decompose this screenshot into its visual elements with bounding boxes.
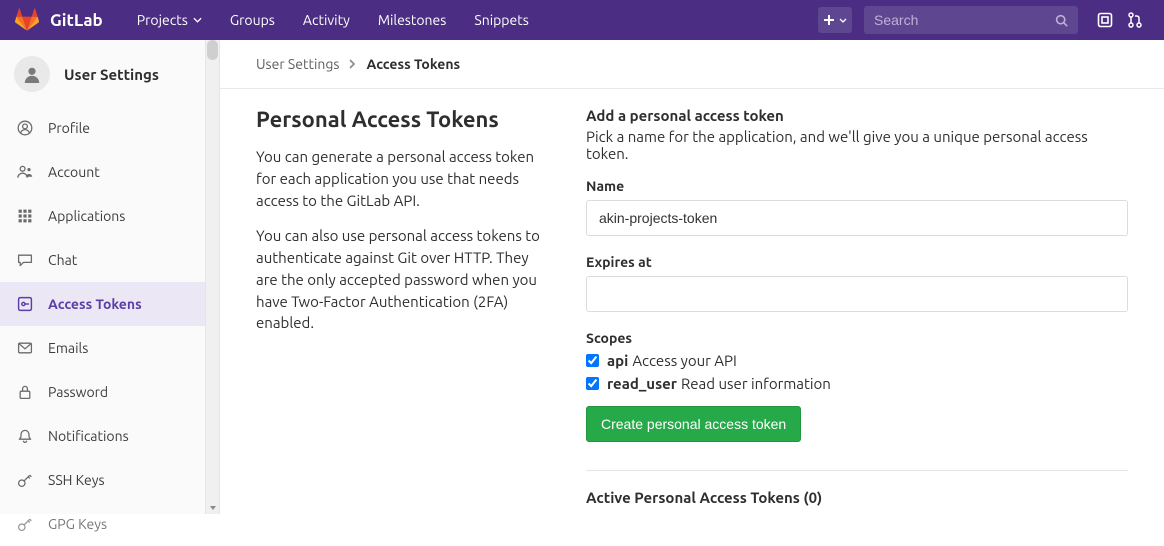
- name-label: Name: [586, 178, 1128, 194]
- sidebar-item-profile[interactable]: Profile: [0, 106, 205, 150]
- lock-icon: [16, 384, 34, 400]
- scrollbar-thumb[interactable]: [207, 40, 218, 60]
- breadcrumb: User Settings Access Tokens: [220, 40, 1164, 89]
- main-content: User Settings Access Tokens Personal Acc…: [220, 40, 1164, 514]
- nav-activity-label: Activity: [303, 12, 350, 28]
- scope-read-user-key: read_user: [607, 375, 677, 392]
- divider: [586, 470, 1128, 471]
- sidebar-item-gpg-keys[interactable]: GPG Keys: [0, 502, 205, 546]
- merge-request-icon: [1127, 12, 1143, 28]
- sidebar-item-label: Applications: [48, 208, 125, 224]
- issues-link[interactable]: [1090, 0, 1120, 40]
- form-title: Add a personal access token: [586, 107, 1128, 124]
- sidebar-item-label: SSH Keys: [48, 472, 105, 488]
- form-column: Add a personal access token Pick a name …: [586, 107, 1128, 514]
- scopes-label: Scopes: [586, 330, 1128, 346]
- nav-milestones[interactable]: Milestones: [364, 0, 461, 40]
- create-token-button[interactable]: Create personal access token: [586, 406, 801, 442]
- breadcrumb-current: Access Tokens: [366, 56, 460, 72]
- nav-snippets[interactable]: Snippets: [460, 0, 542, 40]
- brand-label[interactable]: GitLab: [50, 11, 103, 30]
- account-icon: [16, 164, 34, 180]
- scope-row-read-user: read_user Read user information: [586, 375, 1128, 392]
- search-box[interactable]: [864, 6, 1078, 34]
- description-column: Personal Access Tokens You can generate …: [256, 107, 552, 514]
- nav-projects-label: Projects: [137, 12, 188, 28]
- nav-projects[interactable]: Projects: [123, 0, 216, 40]
- user-icon: [23, 65, 41, 83]
- description-paragraph: You can generate a personal access token…: [256, 146, 552, 211]
- nav-snippets-label: Snippets: [474, 12, 528, 28]
- new-dropdown-button[interactable]: [818, 7, 852, 33]
- sidebar-item-password[interactable]: Password: [0, 370, 205, 414]
- merge-requests-link[interactable]: [1120, 0, 1150, 40]
- sidebar-item-label: Account: [48, 164, 100, 180]
- sidebar-header[interactable]: User Settings: [0, 46, 205, 106]
- chevron-down-icon: [193, 17, 202, 23]
- scrollbar-arrow-down-icon[interactable]: [209, 504, 217, 512]
- avatar: [14, 56, 50, 92]
- sidebar-item-label: Access Tokens: [48, 296, 142, 312]
- search-input[interactable]: [874, 12, 1055, 28]
- sidebar-item-label: Notifications: [48, 428, 129, 444]
- expires-label: Expires at: [586, 254, 1128, 270]
- sidebar-item-emails[interactable]: Emails: [0, 326, 205, 370]
- nav-milestones-label: Milestones: [378, 12, 447, 28]
- sidebar-scrollbar[interactable]: [206, 40, 220, 514]
- sidebar: User Settings Profile Account Applicatio…: [0, 40, 206, 514]
- top-navbar: GitLab Projects Groups Activity Mileston…: [0, 0, 1164, 40]
- scope-read-user-desc: Read user information: [681, 375, 831, 392]
- mail-icon: [16, 340, 34, 356]
- form-subtitle: Pick a name for the application, and we'…: [586, 128, 1128, 162]
- chat-bubble-icon: [16, 252, 34, 268]
- sidebar-item-account[interactable]: Account: [0, 150, 205, 194]
- sidebar-item-access-tokens[interactable]: Access Tokens: [0, 282, 205, 326]
- sidebar-item-label: Profile: [48, 120, 90, 136]
- sidebar-item-label: Emails: [48, 340, 88, 356]
- nav-groups-label: Groups: [230, 12, 275, 28]
- scope-api-desc: Access your API: [632, 352, 737, 369]
- sidebar-item-ssh-keys[interactable]: SSH Keys: [0, 458, 205, 502]
- apps-grid-icon: [16, 208, 34, 224]
- gitlab-logo[interactable]: [14, 8, 40, 32]
- nav-groups[interactable]: Groups: [216, 0, 289, 40]
- sidebar-item-chat[interactable]: Chat: [0, 238, 205, 282]
- key-box-icon: [16, 296, 34, 312]
- sidebar-title: User Settings: [64, 66, 159, 83]
- plus-icon: [823, 14, 835, 26]
- expires-input[interactable]: [586, 276, 1128, 312]
- active-tokens-title: Active Personal Access Tokens (0): [586, 489, 1128, 506]
- issues-icon: [1097, 12, 1113, 28]
- scope-row-api: api Access your API: [586, 352, 1128, 369]
- breadcrumb-root[interactable]: User Settings: [256, 56, 339, 72]
- user-circle-icon: [16, 120, 34, 136]
- scope-api-key: api: [607, 352, 628, 369]
- bell-icon: [16, 428, 34, 444]
- scope-api-checkbox[interactable]: [586, 354, 599, 367]
- sidebar-item-label: Password: [48, 384, 108, 400]
- page-title: Personal Access Tokens: [256, 107, 552, 132]
- search-icon: [1055, 13, 1068, 28]
- nav-activity[interactable]: Activity: [289, 0, 364, 40]
- sidebar-item-notifications[interactable]: Notifications: [0, 414, 205, 458]
- sidebar-item-label: GPG Keys: [48, 516, 107, 532]
- sidebar-item-label: Chat: [48, 252, 77, 268]
- sidebar-item-applications[interactable]: Applications: [0, 194, 205, 238]
- chevron-down-icon: [839, 18, 847, 23]
- chevron-right-icon: [349, 56, 356, 72]
- scope-read-user-checkbox[interactable]: [586, 377, 599, 390]
- create-token-button-label: Create personal access token: [601, 416, 786, 432]
- key-icon: [16, 472, 34, 488]
- tanuki-logo-icon: [14, 8, 40, 32]
- key-icon: [16, 516, 34, 532]
- name-input[interactable]: [586, 200, 1128, 236]
- description-paragraph: You can also use personal access tokens …: [256, 225, 552, 334]
